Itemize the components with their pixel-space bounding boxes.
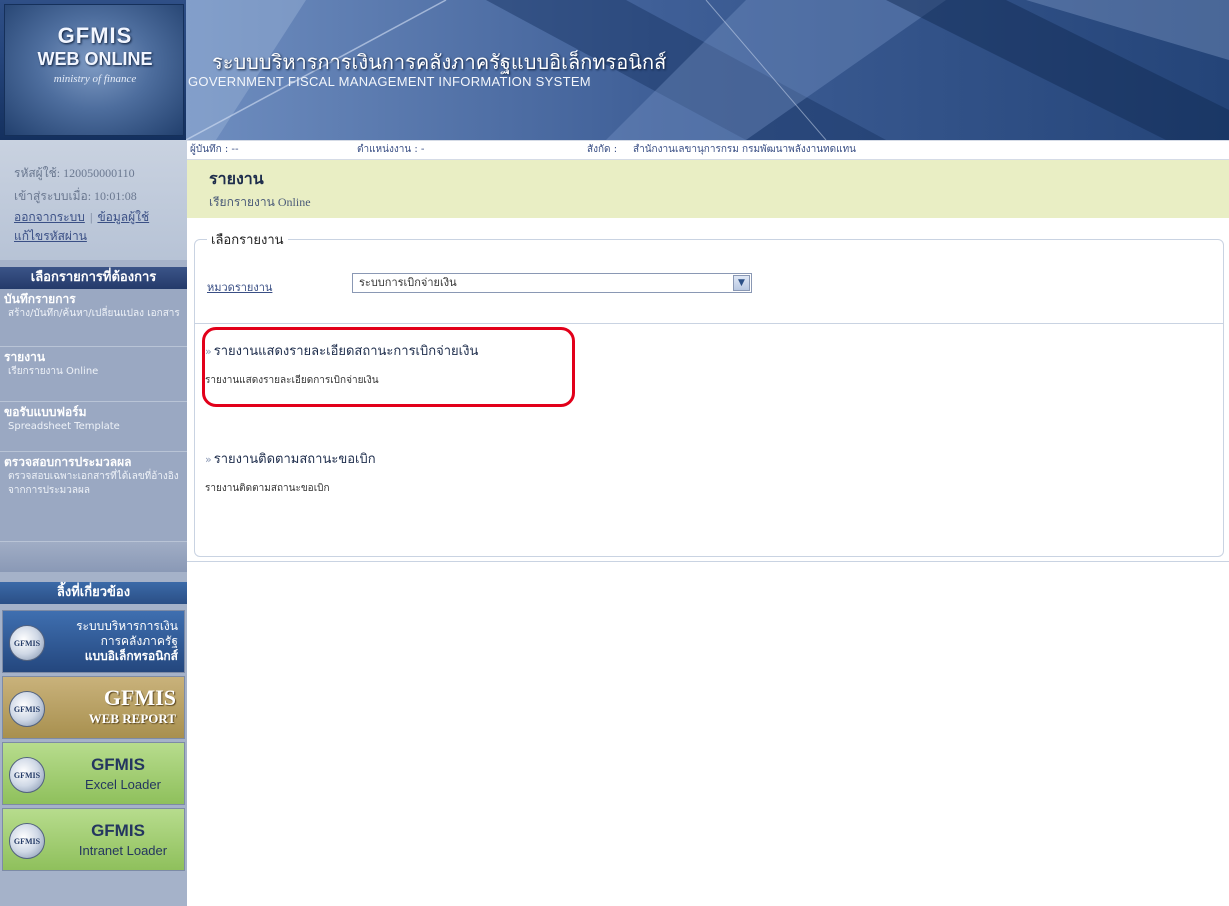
- login-time-value: 10:01:08: [94, 189, 137, 203]
- gfmis-main-line2: การคลังภาครัฐ: [100, 634, 178, 648]
- sidebar-item-desc: เรียกรายงาน Online: [8, 366, 99, 377]
- sidebar-item-label: รายงาน: [4, 350, 46, 364]
- login-time-row: เข้าสู่ระบบเมื่อ: 10:01:08: [14, 188, 179, 204]
- logo-subtitle: WEB ONLINE: [37, 49, 153, 69]
- report-desc: รายงานติดตามสถานะขอเบิก: [205, 483, 330, 494]
- gfmis-web-online-logo: GFMIS WEB ONLINE ministry of finance: [4, 4, 184, 136]
- highlight-annotation: [202, 327, 575, 407]
- page-title: รายงาน: [209, 169, 264, 188]
- page-subtitle: เรียกรายงาน Online: [209, 195, 311, 209]
- gfmis-globe-icon: GFMIS: [9, 625, 45, 661]
- web-report-title: GFMIS: [103, 685, 176, 710]
- report-category-select[interactable]: ระบบการเบิกจ่ายเงิน ▼: [352, 273, 752, 293]
- user-links-row: ออกจากระบบ | ข้อมูลผู้ใช้: [14, 206, 179, 225]
- position-info: ตำแหน่งงาน : -: [357, 144, 425, 155]
- user-info-link[interactable]: ข้อมูลผู้ใช้: [97, 210, 149, 224]
- menu-title: เลือกรายการที่ต้องการ: [0, 267, 187, 289]
- web-report-subtitle: WEB REPORT: [88, 711, 176, 726]
- affiliation-label: สังกัด :: [587, 144, 618, 155]
- intranet-loader-title: GFMIS: [91, 821, 145, 840]
- logo-title: GFMIS: [57, 23, 133, 48]
- sidebar-item-form-template[interactable]: ขอรับแบบฟอร์ม Spreadsheet Template: [0, 402, 187, 452]
- sidebar-item-label: ตรวจสอบการประมวลผล: [4, 455, 132, 469]
- gfmis-main-line3: แบบอิเล็กทรอนิกส์: [84, 649, 178, 663]
- sidebar-item-record[interactable]: บันทึกรายการ สร้าง/บันทึก/ค้นหา/เปลี่ยนแ…: [0, 289, 187, 347]
- gfmis-globe-icon: GFMIS: [9, 691, 45, 727]
- page-header: รายงาน เรียกรายงาน Online: [187, 160, 1229, 218]
- sidebar-item-desc: Spreadsheet Template: [8, 421, 120, 432]
- gfmis-main-text: ระบบบริหารการเงิน การคลังภาครัฐ แบบอิเล็…: [48, 619, 178, 664]
- affiliation-value: สำนักงานเลขานุการกรม กรมพัฒนาพลังงานทดแท…: [633, 144, 857, 155]
- menu-spacer: [0, 542, 187, 572]
- gfmis-excel-loader-link-banner[interactable]: GFMIS GFMIS Excel Loader: [2, 742, 185, 805]
- report-category-value: ระบบการเบิกจ่ายเงิน: [359, 276, 457, 289]
- gfmis-intranet-loader-link-banner[interactable]: GFMIS GFMIS Intranet Loader: [2, 808, 185, 871]
- main-content: ผู้บันทึก : -- ตำแหน่งงาน : - สังกัด : ส…: [187, 140, 1229, 906]
- gfmis-web-report-link-banner[interactable]: GFMIS GFMIS WEB REPORT: [2, 676, 185, 739]
- fieldset-legend: เลือกรายงาน: [207, 229, 288, 250]
- sidebar-item-label: บันทึกรายการ: [4, 292, 76, 306]
- gfmis-main-line1: ระบบบริหารการเงิน: [76, 619, 178, 633]
- sidebar-item-label: ขอรับแบบฟอร์ม: [4, 405, 87, 419]
- report-link[interactable]: » รายงานติดตามสถานะขอเบิก: [205, 451, 605, 469]
- related-links-title: ลิ้งที่เกี่ยวข้อง: [0, 582, 187, 604]
- sidebar-item-reports[interactable]: รายงาน เรียกรายงาน Online: [0, 347, 187, 402]
- intranet-loader-subtitle: Intranet Loader: [78, 843, 168, 858]
- link-separator: |: [89, 210, 93, 224]
- chevron-down-icon[interactable]: ▼: [733, 275, 750, 291]
- login-time-label: เข้าสู่ระบบเมื่อ:: [14, 189, 92, 203]
- report-category-label[interactable]: หมวดรายงาน: [207, 278, 272, 296]
- sidebar-item-desc: สร้าง/บันทึก/ค้นหา/เปลี่ยนแปลง เอกสาร: [8, 308, 180, 319]
- recorder-info: ผู้บันทึก : --: [190, 144, 239, 155]
- content-bottom-divider: [187, 561, 1229, 562]
- change-password-link[interactable]: แก้ไขรหัสผ่าน: [14, 229, 87, 243]
- user-id-value: 120050000110: [63, 166, 135, 180]
- user-id-row: รหัสผู้ใช้: 120050000110: [14, 165, 179, 181]
- gfmis-globe-icon: GFMIS: [9, 757, 45, 793]
- sidebar-item-process-check[interactable]: ตรวจสอบการประมวลผล ตรวจสอบเฉพาะเอกสารที่…: [0, 452, 187, 542]
- left-sidebar: รหัสผู้ใช้: 120050000110 เข้าสู่ระบบเมื่…: [0, 140, 187, 906]
- excel-loader-title: GFMIS: [91, 755, 145, 774]
- report-item-request-status[interactable]: » รายงานติดตามสถานะขอเบิก รายงานติดตามสถา…: [205, 451, 605, 496]
- user-info-panel: รหัสผู้ใช้: 120050000110 เข้าสู่ระบบเมื่…: [0, 140, 187, 260]
- sidebar-item-desc: ตรวจสอบเฉพาะเอกสารที่ได้เลขที่อ้างอิงจาก…: [8, 471, 179, 496]
- gfmis-main-link-banner[interactable]: GFMIS ระบบบริหารการเงิน การคลังภาครัฐ แบ…: [2, 610, 185, 673]
- system-title-english: GOVERNMENT FISCAL MANAGEMENT INFORMATION…: [188, 74, 591, 89]
- user-context-bar: ผู้บันทึก : -- ตำแหน่งงาน : - สังกัด : ส…: [187, 140, 1229, 160]
- chevron-right-icon: »: [205, 453, 212, 466]
- user-id-label: รหัสผู้ใช้:: [14, 166, 61, 180]
- section-divider: [194, 323, 1224, 324]
- sidebar-bottom: [0, 876, 187, 906]
- gfmis-globe-icon: GFMIS: [9, 823, 45, 859]
- logout-link[interactable]: ออกจากระบบ: [14, 210, 85, 224]
- logo-tagline: ministry of finance: [53, 73, 137, 85]
- excel-loader-subtitle: Excel Loader: [85, 777, 161, 792]
- report-title: รายงานติดตามสถานะขอเบิก: [213, 452, 376, 467]
- header-banner: GFMIS WEB ONLINE ministry of finance ระบ…: [0, 0, 1229, 140]
